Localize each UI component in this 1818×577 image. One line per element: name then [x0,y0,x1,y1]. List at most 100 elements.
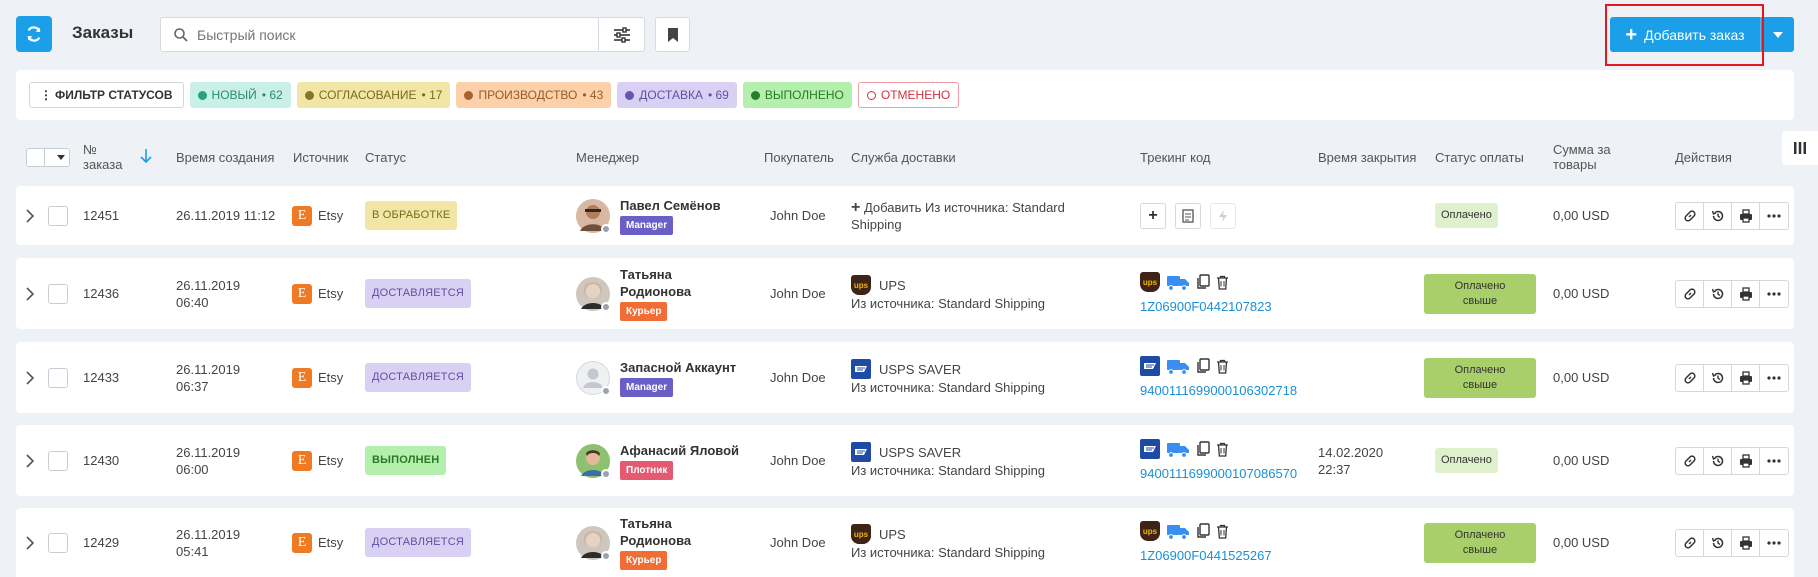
th-tracking[interactable]: Трекинг код [1140,132,1211,182]
usps-logo-icon [851,359,871,379]
print-icon[interactable] [1732,280,1760,307]
buyer-link[interactable]: John Doe [770,425,826,496]
copy-icon[interactable] [1196,523,1210,539]
status-chip-done[interactable]: ВЫПОЛНЕНО [742,82,852,108]
status-badge[interactable]: ДОСТАВЛЯЕТСЯ [365,528,471,557]
table-row[interactable]: 12429 26.11.2019 05:41 E Etsy ДОСТАВЛЯЕТСЯ… [16,508,1794,577]
th-created[interactable]: Время создания [176,132,274,182]
expand-chevron-icon[interactable] [26,258,34,329]
trash-icon[interactable] [1216,359,1229,374]
table-row[interactable]: 12451 26.11.2019 11:12 E Etsy В ОБРАБОТКЕ… [16,186,1794,245]
expand-chevron-icon[interactable] [26,186,34,245]
buyer-link[interactable]: John Doe [770,186,826,245]
order-id[interactable]: 12436 [83,258,119,329]
copy-icon[interactable] [1196,274,1210,290]
more-icon[interactable] [1760,365,1788,391]
copy-icon[interactable] [1196,358,1210,374]
th-payment[interactable]: Статус оплаты [1435,132,1524,182]
columns-toggle-button[interactable] [1782,131,1818,165]
history-icon[interactable] [1704,447,1732,474]
history-icon[interactable] [1704,280,1732,307]
lightning-button[interactable] [1210,202,1236,229]
th-delivery[interactable]: Служба доставки [851,132,956,182]
trash-icon[interactable] [1216,524,1229,539]
order-id[interactable]: 12451 [83,186,119,245]
status-chip-cancelled[interactable]: ОТМЕНЕНО [857,82,960,108]
trash-icon[interactable] [1216,442,1229,457]
status-badge[interactable]: ДОСТАВЛЯЕТСЯ [365,279,471,308]
order-sum: 0,00 USD [1553,286,1610,301]
select-all-checkbox[interactable] [27,149,45,166]
link-icon[interactable] [1676,529,1704,556]
th-source[interactable]: Источник [293,132,349,182]
select-all-dropdown[interactable] [26,148,70,167]
tracking: ups 1Z06900F0441525267 [1140,508,1272,577]
row-checkbox[interactable] [48,367,68,388]
status-badge[interactable]: ВЫПОЛНЕН [365,446,447,475]
status-chip-production[interactable]: ПРОИЗВОДСТВО • 43 [456,82,612,108]
buyer-link[interactable]: John Doe [770,508,826,577]
refresh-button[interactable] [16,16,52,52]
buyer-link[interactable]: John Doe [770,342,826,413]
copy-icon[interactable] [1196,441,1210,457]
status-chip-agreement[interactable]: СОГЛАСОВАНИЕ • 17 [296,82,451,108]
document-button[interactable] [1175,202,1201,229]
history-icon[interactable] [1704,364,1732,391]
expand-chevron-icon[interactable] [26,342,34,413]
sort-arrow-down-icon[interactable] [140,148,152,167]
link-icon[interactable] [1676,202,1704,229]
th-sum[interactable]: Сумма за товары [1553,132,1611,182]
history-icon[interactable] [1704,202,1732,229]
expand-chevron-icon[interactable] [26,425,34,496]
tracking-link[interactable]: 9400111699000106302718 [1140,382,1297,399]
order-id[interactable]: 12429 [83,508,119,577]
more-icon[interactable] [1760,448,1788,474]
table-row[interactable]: 12433 26.11.2019 06:37 E Etsy ДОСТАВЛЯЕТСЯ… [16,342,1794,413]
add-order-dropdown-button[interactable] [1760,17,1794,52]
link-icon[interactable] [1676,447,1704,474]
print-icon[interactable] [1732,364,1760,391]
th-manager[interactable]: Менеджер [576,132,639,182]
th-order-no[interactable]: № заказа [83,132,122,182]
more-icon[interactable] [1760,281,1788,307]
order-id[interactable]: 12430 [83,425,119,496]
search-input[interactable] [197,18,598,51]
status-dot [304,90,314,100]
more-icon[interactable] [1760,203,1788,229]
row-checkbox[interactable] [48,532,68,553]
table-row[interactable]: 12430 26.11.2019 06:00 E Etsy ВЫПОЛНЕН Афа… [16,425,1794,496]
print-icon[interactable] [1732,529,1760,556]
more-icon[interactable] [1760,530,1788,556]
advanced-filter-button[interactable] [598,18,644,51]
status-filter-button[interactable]: ⋮ ФИЛЬТР СТАТУСОВ [29,82,184,108]
order-id[interactable]: 12433 [83,342,119,413]
status-badge[interactable]: В ОБРАБОТКЕ [365,201,458,230]
bookmark-button[interactable] [655,17,690,52]
add-delivery-link[interactable]: + Добавить Из источника: Standard Shippin… [851,186,1065,245]
row-checkbox[interactable] [48,450,68,471]
plus-icon: + [851,198,861,216]
buyer-link[interactable]: John Doe [770,258,826,329]
link-icon[interactable] [1676,280,1704,307]
status-chip-delivery[interactable]: ДОСТАВКА • 69 [617,82,737,108]
tracking-link[interactable]: 1Z06900F0442107823 [1140,298,1272,315]
expand-chevron-icon[interactable] [26,508,34,577]
tracking-link[interactable]: 9400111699000107086570 [1140,465,1297,482]
link-icon[interactable] [1676,364,1704,391]
row-checkbox[interactable] [48,283,68,304]
status-dot [750,90,760,100]
table-row[interactable]: 12436 26.11.2019 06:40 E Etsy ДОСТАВЛЯЕТСЯ… [16,258,1794,329]
add-tracking-button[interactable]: + [1140,202,1166,229]
status-badge[interactable]: ДОСТАВЛЯЕТСЯ [365,363,471,392]
th-closed[interactable]: Время закрытия [1318,132,1416,182]
trash-icon[interactable] [1216,275,1229,290]
print-icon[interactable] [1732,202,1760,229]
status-chip-new[interactable]: НОВЫЙ • 62 [189,82,291,108]
row-checkbox[interactable] [48,205,68,226]
th-status[interactable]: Статус [365,132,406,182]
print-icon[interactable] [1732,447,1760,474]
tracking-link[interactable]: 1Z06900F0441525267 [1140,547,1272,564]
history-icon[interactable] [1704,529,1732,556]
th-buyer[interactable]: Покупатель [764,132,834,182]
add-order-button[interactable]: + Добавить заказ [1610,17,1760,52]
